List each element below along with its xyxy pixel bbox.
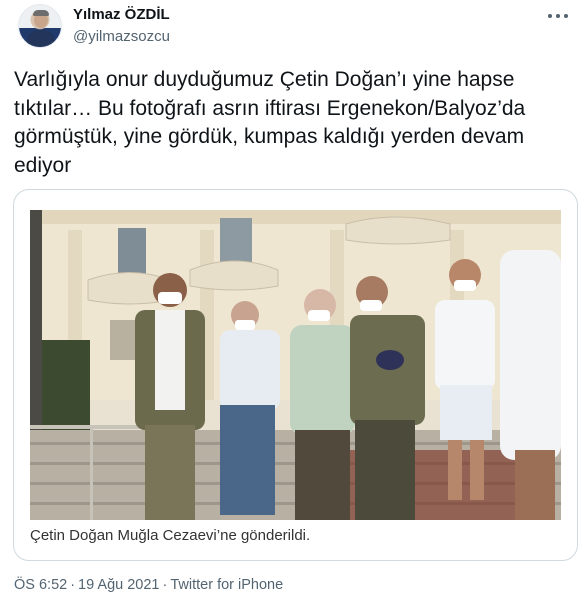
avatar-suit [27,30,55,47]
tweet-text: Varlığıyla onur duyduğumuz Çetin Doğan’ı… [14,68,526,177]
tweet-date[interactable]: 19 Ağu 2021 [78,577,159,593]
tweet-header: Yılmaz ÖZDİL @yilmazsozcu [16,2,572,54]
more-icon[interactable] [548,8,568,24]
tweet-photo[interactable] [30,210,561,520]
author-names: Yılmaz ÖZDİL @yilmazsozcu [73,6,170,47]
meta-separator: · [70,577,76,593]
tweet-meta: ÖS 6:52 · 19 Ağu 2021 · Twitter for iPhone [14,577,283,593]
author-display-name[interactable]: Yılmaz ÖZDİL [73,6,170,24]
media-caption: Çetin Doğan Muğla Cezaevi’ne gönderildi. [30,527,311,544]
avatar[interactable] [18,4,62,48]
tweet-time[interactable]: ÖS 6:52 [14,577,67,593]
photo-illustration [30,210,561,520]
tweet-source[interactable]: Twitter for iPhone [170,577,283,593]
author-handle[interactable]: @yilmazsozcu [73,27,170,47]
media-card[interactable]: Çetin Doğan Muğla Cezaevi’ne gönderildi. [13,189,578,561]
meta-separator: · [162,577,168,593]
avatar-hair [33,10,49,16]
